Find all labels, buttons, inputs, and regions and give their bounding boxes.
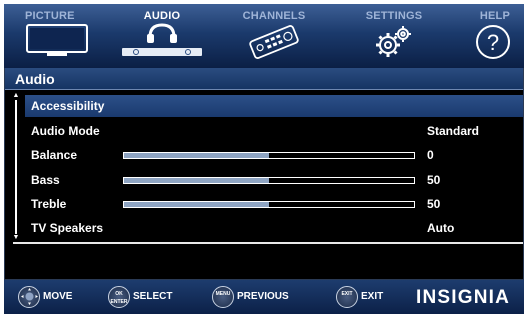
divider — [13, 242, 523, 244]
hint-exit-label: EXIT — [361, 291, 384, 302]
scrollbar[interactable]: ▲ ▼ — [12, 92, 20, 242]
audio-mode-value: Standard — [427, 124, 480, 138]
menu-item-bass[interactable]: Bass 50 — [25, 169, 523, 191]
tab-settings-label: SETTINGS — [365, 10, 423, 22]
balance-slider-fill — [124, 153, 269, 158]
tab-picture[interactable]: PICTURE — [4, 4, 110, 68]
svg-text:?: ? — [487, 30, 499, 55]
menu-item-balance[interactable]: Balance 0 — [25, 144, 523, 166]
menu-item-label: Audio Mode — [31, 124, 100, 138]
gears-icon — [370, 24, 418, 65]
tab-settings[interactable]: SETTINGS — [334, 4, 454, 68]
menu-button-icon: MENU — [212, 286, 234, 308]
tab-picture-label: PICTURE — [25, 10, 75, 22]
question-icon: ? — [474, 23, 512, 66]
tab-channels-label: CHANNELS — [242, 10, 306, 22]
menu-item-label: Accessibility — [31, 99, 105, 113]
menu-item-label: Bass — [31, 173, 60, 187]
menu-item-label: TV Speakers — [31, 221, 104, 235]
bass-slider-fill — [124, 178, 269, 183]
tab-audio[interactable]: AUDIO — [110, 4, 214, 68]
tv-speakers-value: Auto — [427, 221, 455, 235]
hint-select-label: SELECT — [133, 291, 173, 302]
hint-move-label: MOVE — [43, 291, 73, 302]
ok-enter-button-icon: OK ENTER — [108, 286, 130, 308]
treble-value: 50 — [427, 197, 441, 211]
menu-item-tv-speakers[interactable]: TV Speakers Auto — [25, 217, 523, 239]
scroll-up-arrow-icon[interactable]: ▲ — [12, 92, 20, 100]
treble-slider-fill — [124, 202, 269, 207]
bass-slider[interactable] — [123, 177, 415, 184]
menu-item-treble[interactable]: Treble 50 — [25, 193, 523, 215]
treble-slider[interactable] — [123, 201, 415, 208]
tv-menu-screen: PICTURE AUDIO CHANNELS SETTINGS HELP ? A… — [0, 0, 526, 316]
balance-value: 0 — [427, 148, 434, 162]
menu-tab-bar: PICTURE AUDIO CHANNELS SETTINGS HELP ? — [4, 4, 524, 68]
scroll-down-arrow-icon[interactable]: ▼ — [12, 234, 20, 242]
tab-help[interactable]: HELP ? — [454, 4, 524, 68]
balance-slider[interactable] — [123, 152, 415, 159]
exit-button-icon: EXIT — [336, 286, 358, 308]
dpad-button-icon — [18, 286, 40, 308]
page-title: Audio — [15, 71, 55, 87]
brand-logo: INSIGNIA — [416, 287, 511, 308]
tab-channels[interactable]: CHANNELS — [214, 4, 334, 68]
scroll-track — [15, 100, 17, 234]
tv-icon — [25, 23, 89, 64]
menu-item-label: Balance — [31, 148, 78, 162]
panel-header: Audio — [5, 68, 523, 90]
tab-help-label: HELP — [479, 10, 510, 22]
button-hint-bar: MOVE OK ENTER SELECT MENU PREVIOUS EXIT … — [4, 280, 524, 314]
remote-icon — [245, 24, 303, 65]
speaker-bar-icon — [122, 48, 202, 56]
menu-item-accessibility[interactable]: Accessibility — [25, 95, 523, 117]
bass-value: 50 — [427, 173, 441, 187]
menu-item-audio-mode[interactable]: Audio Mode Standard — [25, 120, 523, 142]
audio-menu-panel: Audio ▲ ▼ Accessibility Audio Mode Stand… — [4, 68, 524, 280]
menu-item-label: Treble — [31, 197, 67, 211]
hint-previous-label: PREVIOUS — [237, 291, 289, 302]
